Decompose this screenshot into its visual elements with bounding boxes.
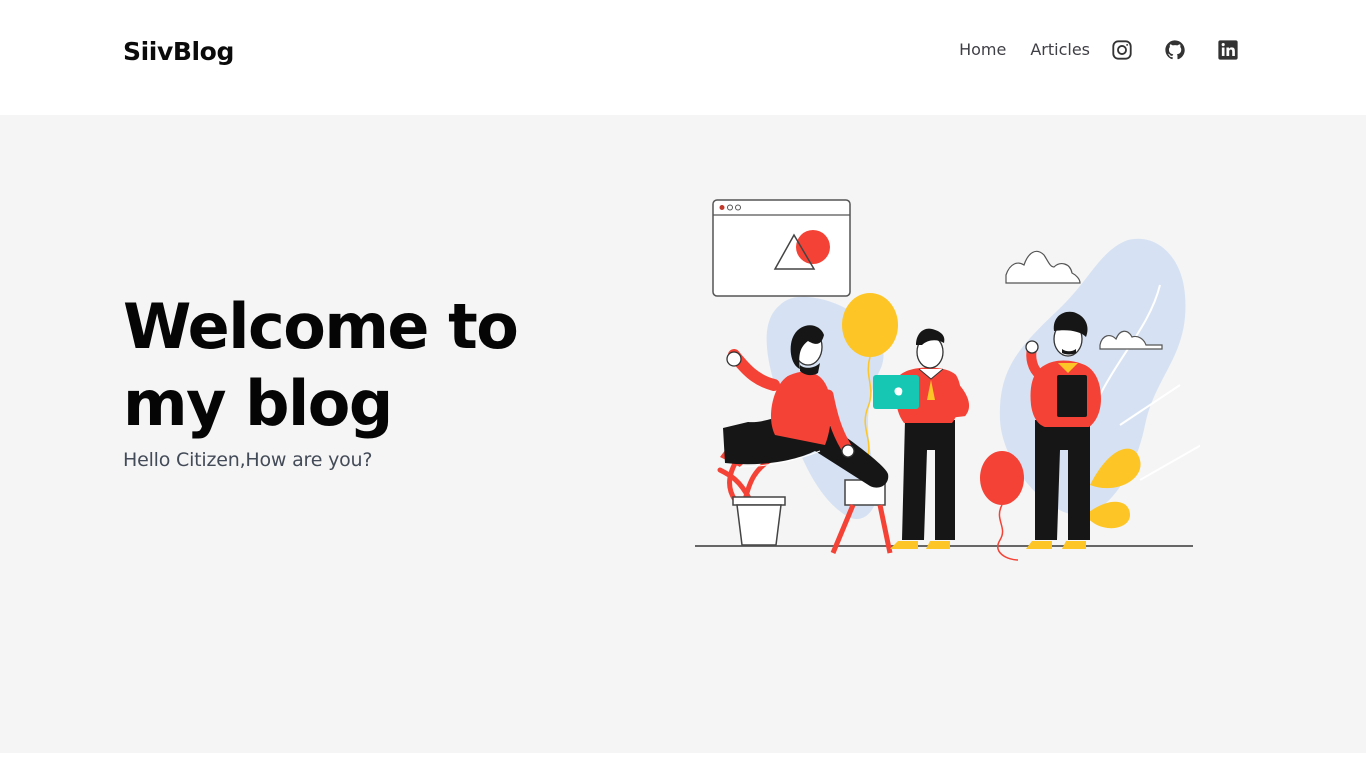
hero-section: Welcome to my blog Hello Citizen,How are… (0, 115, 1366, 753)
linkedin-icon[interactable] (1216, 38, 1240, 62)
hero-subtitle: Hello Citizen,How are you? (123, 449, 373, 471)
hero-title: Welcome to my blog (123, 290, 519, 440)
main-nav: Home Articles (959, 36, 1240, 64)
nav-home-link[interactable]: Home (959, 36, 1006, 64)
site-header: SiivBlog Home Articles (0, 0, 1366, 115)
nav-articles-link[interactable]: Articles (1030, 36, 1090, 64)
github-icon[interactable] (1163, 38, 1187, 62)
site-logo[interactable]: SiivBlog (123, 37, 234, 66)
team-celebration-illustration (695, 199, 1200, 561)
instagram-icon[interactable] (1110, 38, 1134, 62)
